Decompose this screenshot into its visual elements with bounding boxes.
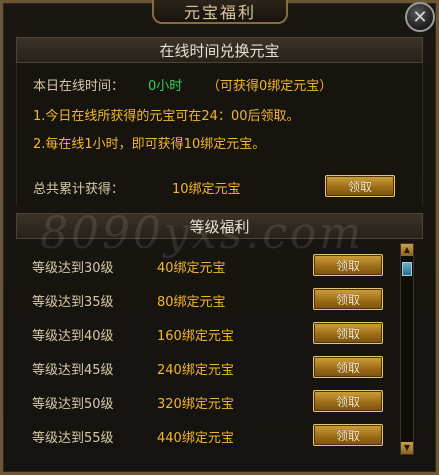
claim-button-label: 领取	[335, 360, 360, 375]
claim-button-label: 领取	[335, 428, 360, 443]
close-icon: ✕	[412, 6, 428, 28]
total-earned-value: 10绑定元宝	[172, 182, 241, 197]
level-requirement: 等级达到40级	[32, 329, 114, 344]
level-list-scrollbar[interactable]: ▲ ▼	[400, 243, 414, 455]
level-requirement: 等级达到50级	[32, 397, 114, 412]
claim-online-reward-button[interactable]: 领取	[325, 175, 395, 197]
online-section-panel: 本日在线时间： 0小时 （可获得0绑定元宝） 1.今日在线所获得的元宝可在24：…	[16, 63, 423, 205]
level-reward-list: 等级达到30级 40绑定元宝 领取 等级达到35级 80绑定元宝 领取 等级达到…	[16, 243, 396, 455]
level-reward-amount: 160绑定元宝	[157, 329, 234, 344]
online-section-header: 在线时间兑换元宝	[16, 37, 423, 63]
level-reward-row: 等级达到50级 320绑定元宝 领取	[16, 384, 396, 418]
level-reward-amount: 80绑定元宝	[157, 295, 226, 310]
claim-level-45-button[interactable]: 领取	[313, 356, 383, 378]
level-reward-amount: 320绑定元宝	[157, 397, 234, 412]
level-reward-row: 等级达到45级 240绑定元宝 领取	[16, 350, 396, 384]
claim-button-label: 领取	[347, 179, 372, 194]
today-online-label: 本日在线时间：	[33, 79, 125, 94]
level-reward-amount: 40绑定元宝	[157, 261, 226, 276]
claim-level-35-button[interactable]: 领取	[313, 288, 383, 310]
claim-level-55-button[interactable]: 领取	[313, 424, 383, 446]
rule-2-text: 2.每在线1小时，即可获得10绑定元宝。	[33, 137, 266, 152]
site-watermark: 8090yxs.com	[40, 208, 365, 259]
claim-level-50-button[interactable]: 领取	[313, 390, 383, 412]
claim-button-label: 领取	[335, 292, 360, 307]
level-reward-amount: 440绑定元宝	[157, 431, 234, 446]
level-requirement: 等级达到45级	[32, 363, 114, 378]
scroll-up-icon[interactable]: ▲	[401, 244, 413, 256]
window-title: 元宝福利	[152, 0, 288, 24]
scroll-thumb[interactable]	[402, 262, 412, 276]
level-requirement: 等级达到55级	[32, 431, 114, 446]
today-online-value: 0小时	[148, 79, 183, 94]
level-reward-amount: 240绑定元宝	[157, 363, 234, 378]
level-reward-row: 等级达到40级 160绑定元宝 领取	[16, 316, 396, 350]
total-earned-label: 总共累计获得：	[33, 182, 125, 197]
scroll-down-icon[interactable]: ▼	[401, 442, 413, 454]
claim-level-40-button[interactable]: 领取	[313, 322, 383, 344]
rule-1-text: 1.今日在线所获得的元宝可在24：00后领取。	[33, 109, 300, 124]
claim-button-label: 领取	[335, 394, 360, 409]
today-bonus-text: （可获得0绑定元宝）	[207, 79, 333, 94]
level-reward-row: 等级达到55级 440绑定元宝 领取	[16, 418, 396, 452]
level-requirement: 等级达到30级	[32, 261, 114, 276]
level-requirement: 等级达到35级	[32, 295, 114, 310]
level-reward-row: 等级达到35级 80绑定元宝 领取	[16, 282, 396, 316]
close-button[interactable]: ✕	[405, 2, 435, 32]
claim-button-label: 领取	[335, 258, 360, 273]
claim-button-label: 领取	[335, 326, 360, 341]
